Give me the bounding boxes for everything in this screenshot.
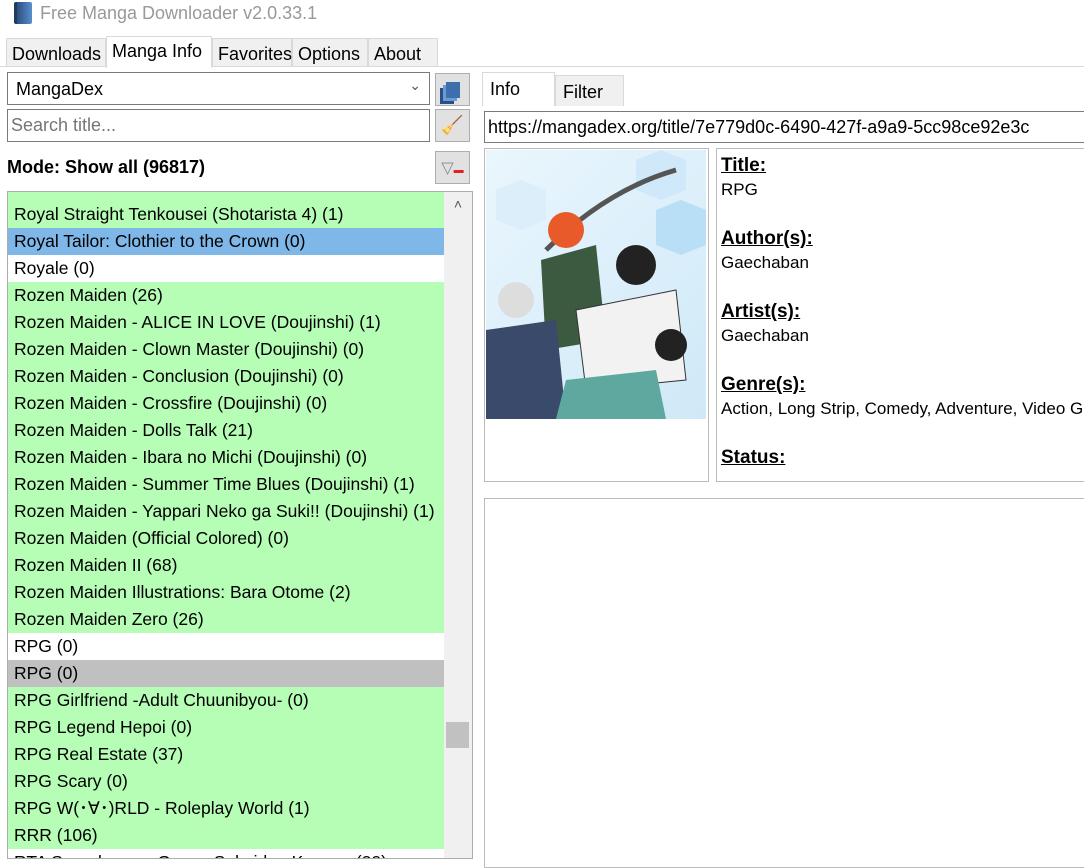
chevron-down-icon: ⌄ xyxy=(409,77,421,93)
list-item[interactable]: Rozen Maiden - Conclusion (Doujinshi) (0… xyxy=(8,363,444,390)
books-icon xyxy=(445,81,460,98)
tab-options[interactable]: Options xyxy=(292,38,368,67)
artist-label: Artist(s): xyxy=(721,301,801,322)
window-title: Free Manga Downloader v2.0.33.1 xyxy=(40,3,318,23)
status-label: Status: xyxy=(721,447,786,468)
info-tabs: Info Filter xyxy=(480,72,1084,106)
manga-url-field[interactable]: https://mangadex.org/title/7e779d0c-6490… xyxy=(484,111,1084,143)
list-item[interactable]: Rozen Maiden II (68) xyxy=(8,552,444,579)
list-item[interactable]: RPG Girlfriend -Adult Chuunibyou- (0) xyxy=(8,687,444,714)
filter-reset-button[interactable]: ▽▬ xyxy=(435,151,470,184)
list-item[interactable]: Rozen Maiden - Clown Master (Doujinshi) … xyxy=(8,336,444,363)
app-book-icon xyxy=(14,2,32,24)
scroll-up-icon[interactable]: ˄ xyxy=(444,196,472,212)
list-item[interactable]: RPG (0) xyxy=(8,633,444,660)
tab-info[interactable]: Info xyxy=(482,72,555,106)
list-item[interactable]: Royale (0) xyxy=(8,255,444,282)
scroll-thumb[interactable] xyxy=(446,722,469,748)
list-item[interactable]: Rozen Maiden - Summer Time Blues (Doujin… xyxy=(8,471,444,498)
chapter-list[interactable] xyxy=(484,498,1084,868)
title-label: Title: xyxy=(721,155,767,176)
list-item[interactable]: Rozen Maiden - Dolls Talk (21) xyxy=(8,417,444,444)
author-value: Gaechaban xyxy=(721,253,809,272)
genre-label: Genre(s): xyxy=(721,374,806,395)
title-value: RPG xyxy=(721,180,758,199)
tab-downloads[interactable]: Downloads xyxy=(6,38,106,67)
list-item[interactable]: Rozen Maiden - Crossfire (Doujinshi) (0) xyxy=(8,390,444,417)
list-item[interactable]: Rozen Maiden Zero (26) xyxy=(8,606,444,633)
list-item[interactable]: RRR (106) xyxy=(8,822,444,849)
cover-image xyxy=(486,150,706,419)
list-item[interactable]: RPG (0) xyxy=(8,660,444,687)
tab-filter[interactable]: Filter xyxy=(555,75,624,106)
list-item[interactable]: Rozen Maiden (Official Colored) (0) xyxy=(8,525,444,552)
manga-list[interactable]: Royal Straight Tenkousei (Shotarista 4) … xyxy=(7,191,473,859)
main-tabs: Downloads Manga Info Favorites Options A… xyxy=(0,36,1084,68)
broom-icon: 🧹 xyxy=(441,115,464,135)
artist-value: Gaechaban xyxy=(721,326,809,345)
info-panel: Title: RPG Author(s): Gaechaban Artist(s… xyxy=(716,148,1084,482)
list-item[interactable]: Royal Tailor: Clothier to the Crown (0) xyxy=(8,228,444,255)
title-bar: Free Manga Downloader v2.0.33.1 xyxy=(0,0,1084,30)
genre-value: Action, Long Strip, Comedy, Adventure, V… xyxy=(721,399,1084,418)
mode-label: Mode: Show all (96817) xyxy=(7,157,206,177)
list-item[interactable]: RPG W(･∀･)RLD - Roleplay World (1) xyxy=(8,795,444,822)
list-item[interactable]: Rozen Maiden (26) xyxy=(8,282,444,309)
source-selected: MangaDex xyxy=(16,79,104,99)
list-item[interactable]: Royal Straight Tenkousei (Shotarista 4) … xyxy=(8,201,444,228)
source-select[interactable]: MangaDex ⌄ xyxy=(7,72,430,105)
list-item[interactable]: RPG Legend Hepoi (0) xyxy=(8,714,444,741)
list-item[interactable] xyxy=(8,192,444,201)
list-item[interactable]: RPG Real Estate (37) xyxy=(8,741,444,768)
tab-manga-info[interactable]: Manga Info xyxy=(106,36,212,68)
list-item[interactable]: Rozen Maiden - Yappari Neko ga Suki!! (D… xyxy=(8,498,444,525)
tab-favorites[interactable]: Favorites xyxy=(212,38,292,67)
filter-remove-icon: ▽▬ xyxy=(441,159,464,177)
author-label: Author(s): xyxy=(721,228,813,249)
search-input[interactable] xyxy=(7,109,430,142)
list-item[interactable]: Rozen Maiden Illustrations: Bara Otome (… xyxy=(8,579,444,606)
cover-panel xyxy=(484,148,709,482)
tab-about[interactable]: About xyxy=(368,38,438,67)
list-scrollbar[interactable]: ˄ xyxy=(444,192,472,858)
list-item[interactable]: RPG Scary (0) xyxy=(8,768,444,795)
list-item[interactable]: RTA Speedrunner Genza Sakaidou Kanzen (2… xyxy=(8,849,444,858)
list-item[interactable]: Rozen Maiden - Ibara no Michi (Doujinshi… xyxy=(8,444,444,471)
list-item[interactable]: Rozen Maiden - ALICE IN LOVE (Doujinshi)… xyxy=(8,309,444,336)
copy-button[interactable] xyxy=(435,73,470,106)
clear-search-button[interactable]: 🧹 xyxy=(435,109,470,142)
splitter[interactable] xyxy=(474,180,480,859)
